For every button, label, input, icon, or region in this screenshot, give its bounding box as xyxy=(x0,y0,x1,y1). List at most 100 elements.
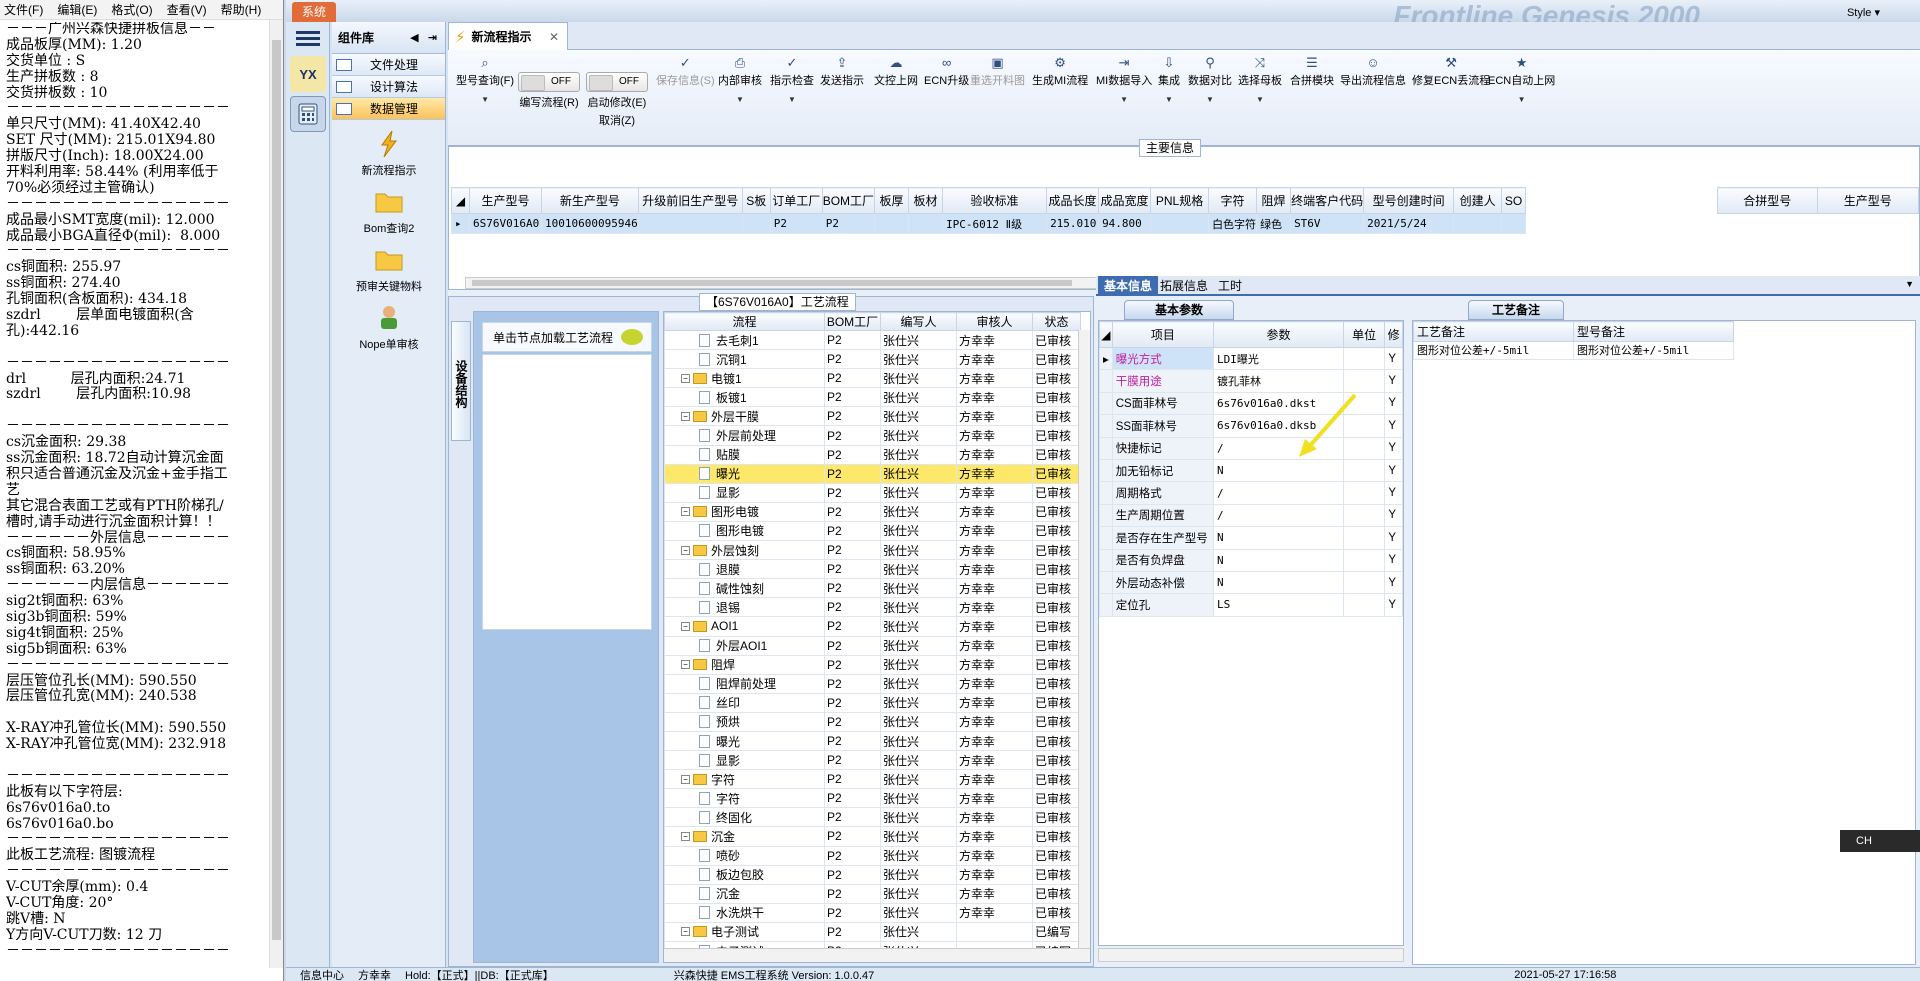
collapse-toggle-icon[interactable]: − xyxy=(681,927,690,937)
process-status-cell[interactable]: 已审核 xyxy=(1032,750,1081,771)
main-info-column-header[interactable]: 型号创建时间 xyxy=(1363,187,1455,214)
process-tree-node[interactable]: 曝光 xyxy=(664,463,825,484)
process-tree-row[interactable]: 丝印 P2 张仕兴 方幸幸 已审核 xyxy=(664,692,1081,713)
process-bom-cell[interactable]: P2 xyxy=(824,387,881,408)
process-status-cell[interactable]: 已审核 xyxy=(1032,406,1081,427)
param-value[interactable]: 镀孔菲林 xyxy=(1212,369,1344,393)
process-writer-cell[interactable]: 张仕兴 xyxy=(880,921,957,943)
process-auditor-cell[interactable]: 方幸幸 xyxy=(956,692,1033,713)
main-info-cell[interactable]: 2021/5/24 xyxy=(1363,213,1455,234)
process-writer-cell[interactable]: 张仕兴 xyxy=(880,540,957,561)
toolbar-button[interactable]: ⇪ 发送指示 xyxy=(820,56,864,88)
process-status-cell[interactable]: 已审核 xyxy=(1032,368,1081,389)
main-info-column-header[interactable]: 成品长度 xyxy=(1046,187,1100,214)
process-tree-node[interactable]: 字符 xyxy=(664,788,825,809)
dropdown-arrow-icon[interactable]: ▼ xyxy=(1188,95,1232,104)
process-auditor-cell[interactable]: 方幸幸 xyxy=(956,711,1033,732)
param-value[interactable]: / xyxy=(1212,503,1344,528)
process-status-cell[interactable]: 已编写 xyxy=(1032,921,1081,943)
main-info-column-header[interactable]: 验收标准 xyxy=(942,187,1048,214)
dropdown-arrow-icon[interactable]: ▼ xyxy=(770,95,814,104)
main-info-cell[interactable]: 白色字符 xyxy=(1208,213,1258,234)
process-tree-row[interactable]: 沉金 P2 张仕兴 方幸幸 已审核 xyxy=(664,883,1081,904)
process-tree-vscroll[interactable] xyxy=(1078,330,1090,950)
toolbar-button[interactable]: ⇥ MI数据导入 ▼ xyxy=(1096,56,1152,105)
process-tree-row[interactable]: − 电镀1 P2 张仕兴 方幸幸 已审核 xyxy=(664,368,1081,389)
main-info-column-header[interactable]: 终端客户代码 xyxy=(1290,187,1365,214)
process-bom-cell[interactable]: P2 xyxy=(824,788,881,809)
process-tree-row[interactable]: 字符 P2 张仕兴 方幸幸 已审核 xyxy=(664,788,1081,809)
process-writer-cell[interactable]: 张仕兴 xyxy=(880,406,957,427)
process-tree-row[interactable]: − 沉金 P2 张仕兴 方幸幸 已审核 xyxy=(664,826,1081,847)
process-writer-cell[interactable]: 张仕兴 xyxy=(880,520,957,542)
process-tree-row[interactable]: 终固化 P2 张仕兴 方幸幸 已审核 xyxy=(664,807,1081,828)
process-status-cell[interactable]: 已审核 xyxy=(1032,902,1081,923)
tab-new-flow[interactable]: ⚡ 新流程指示 ✕ xyxy=(448,22,568,50)
collapse-toggle-icon[interactable]: − xyxy=(681,831,690,841)
process-writer-cell[interactable]: 张仕兴 xyxy=(880,578,957,599)
process-status-cell[interactable]: 已审核 xyxy=(1032,616,1081,637)
process-bom-cell[interactable]: P2 xyxy=(824,902,881,923)
process-bom-cell[interactable]: P2 xyxy=(824,616,881,637)
process-writer-cell[interactable]: 张仕兴 xyxy=(880,750,957,771)
process-auditor-cell[interactable]: 方幸幸 xyxy=(956,845,1033,866)
process-tree-node[interactable]: 板镀1 xyxy=(664,387,825,408)
process-tree-node[interactable]: 贴膜 xyxy=(664,444,825,465)
process-tree-node[interactable]: 预烘 xyxy=(664,711,825,732)
notepad-menu-item[interactable]: 格式(O) xyxy=(111,1,152,18)
process-tree-row[interactable]: 显影 P2 张仕兴 方幸幸 已审核 xyxy=(664,750,1081,771)
process-status-cell[interactable]: 已审核 xyxy=(1032,540,1081,561)
main-info-column-header[interactable]: 板厚 xyxy=(874,187,910,214)
process-bom-cell[interactable]: P2 xyxy=(824,425,881,446)
basic-params-column-header[interactable]: 参数 xyxy=(1212,321,1344,348)
process-auditor-cell[interactable]: 方幸幸 xyxy=(956,788,1033,809)
notes-cell[interactable]: 图形对位公差+/-5mil xyxy=(1573,341,1734,360)
process-status-cell[interactable]: 已审核 xyxy=(1032,769,1081,790)
main-info-column-header[interactable]: 板材 xyxy=(908,187,944,214)
main-info-column-header[interactable]: 阻焊 xyxy=(1256,187,1292,214)
basic-param-row[interactable]: 加无铅标记 N Y xyxy=(1099,458,1403,483)
process-tree-row[interactable]: 阻焊前处理 P2 张仕兴 方幸幸 已审核 xyxy=(664,673,1081,694)
process-auditor-cell[interactable]: 方幸幸 xyxy=(956,616,1033,637)
basic-param-row[interactable]: 生产周期位置 / Y xyxy=(1099,503,1403,528)
process-bom-cell[interactable]: P2 xyxy=(824,845,881,866)
process-tree-column-header[interactable]: 审核人 xyxy=(956,312,1033,331)
process-bom-cell[interactable]: P2 xyxy=(824,750,881,771)
process-writer-cell[interactable]: 张仕兴 xyxy=(880,788,957,809)
toolbar-button[interactable]: ▣ 重选开料图 xyxy=(970,56,1025,88)
component-shortcut[interactable]: Bom查询2 xyxy=(332,188,446,236)
param-unit[interactable] xyxy=(1342,458,1386,483)
process-tree-row[interactable]: 喷砂 P2 张仕兴 方幸幸 已审核 xyxy=(664,845,1081,866)
process-bom-cell[interactable]: P2 xyxy=(824,597,881,618)
process-auditor-cell[interactable]: 方幸幸 xyxy=(956,406,1033,427)
dropdown-arrow-icon[interactable]: ▼ xyxy=(456,95,514,104)
process-writer-cell[interactable]: 张仕兴 xyxy=(880,368,957,389)
dropdown-arrow-icon[interactable]: ▼ xyxy=(1238,95,1282,104)
process-auditor-cell[interactable]: 方幸幸 xyxy=(956,349,1033,370)
hamburger-menu-icon[interactable] xyxy=(296,28,320,48)
process-bom-cell[interactable]: P2 xyxy=(824,482,881,503)
notepad-menu-item[interactable]: 查看(V) xyxy=(167,1,207,18)
process-tree-row[interactable]: 显影 P2 张仕兴 方幸幸 已审核 xyxy=(664,482,1081,503)
process-tree-row[interactable]: 曝光 P2 张仕兴 方幸幸 已审核 xyxy=(664,463,1081,484)
process-tree-node[interactable]: 图形电镀 xyxy=(664,520,825,542)
process-tree-row[interactable]: 曝光 P2 张仕兴 方幸幸 已审核 xyxy=(664,730,1081,752)
process-writer-cell[interactable]: 张仕兴 xyxy=(880,635,957,656)
process-tree-row[interactable]: 外层前处理 P2 张仕兴 方幸幸 已审核 xyxy=(664,425,1081,446)
process-writer-cell[interactable]: 张仕兴 xyxy=(880,425,957,446)
collapse-toggle-icon[interactable]: − xyxy=(681,507,690,517)
collapse-toggle-icon[interactable]: − xyxy=(681,373,690,383)
process-bom-cell[interactable]: P2 xyxy=(824,520,881,542)
close-icon[interactable]: ✕ xyxy=(549,30,559,44)
process-status-cell[interactable]: 已审核 xyxy=(1032,387,1081,408)
yx-logo-icon[interactable]: YX xyxy=(290,56,326,92)
collapse-toggle-icon[interactable]: − xyxy=(681,774,690,784)
process-status-cell[interactable]: 已审核 xyxy=(1032,578,1081,599)
main-info-cell[interactable]: 10010600095946 xyxy=(541,213,639,234)
process-auditor-cell[interactable]: 方幸幸 xyxy=(956,387,1033,408)
main-info-column-header[interactable]: 订单工厂 xyxy=(769,187,823,214)
process-bom-cell[interactable]: P2 xyxy=(824,578,881,599)
tabs-dropdown-icon[interactable]: ▼ xyxy=(1905,279,1914,289)
process-bom-cell[interactable]: P2 xyxy=(824,635,881,656)
process-status-cell[interactable]: 已审核 xyxy=(1032,845,1081,866)
